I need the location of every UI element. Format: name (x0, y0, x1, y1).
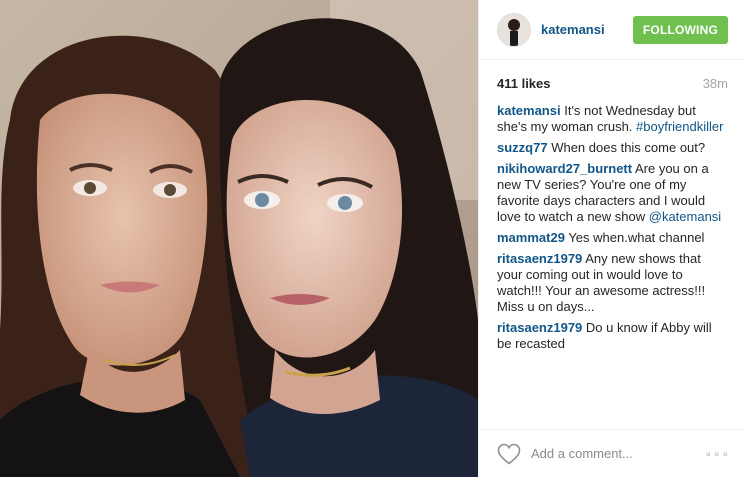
comment-item: mammat29 Yes when.what channel (497, 230, 728, 246)
comment-mention[interactable]: @katemansi (649, 209, 721, 224)
comment-footer: Add a comment... ∘∘∘ (479, 429, 744, 477)
comment-list: katemansi It's not Wednesday but she's m… (479, 91, 744, 352)
comment-username[interactable]: katemansi (497, 103, 561, 118)
comment-text: When does this come out? (551, 140, 706, 155)
comment-item: suzzq77 When does this come out? (497, 140, 728, 156)
post-photo[interactable] (0, 0, 478, 477)
comment-username[interactable]: nikihoward27_burnett (497, 161, 632, 176)
post-sidebar: katemansi FOLLOWING 411 likes 38m katema… (478, 0, 744, 477)
comment-item: katemansi It's not Wednesday but she's m… (497, 103, 728, 135)
post-time[interactable]: 38m (703, 76, 728, 91)
comment-item: ritasaenz1979 Do u know if Abby will be … (497, 320, 728, 352)
avatar[interactable] (497, 12, 531, 47)
comment-item: ritasaenz1979 Any new shows that your co… (497, 251, 728, 315)
post-header: katemansi FOLLOWING (479, 0, 744, 60)
post-username[interactable]: katemansi (541, 22, 633, 37)
add-comment-input[interactable]: Add a comment... (531, 446, 704, 461)
comment-username[interactable]: ritasaenz1979 (497, 320, 582, 335)
more-options-icon[interactable]: ∘∘∘ (704, 447, 730, 461)
likes-count[interactable]: 411 likes (497, 76, 551, 91)
avatar-image (498, 13, 530, 46)
selfie-image (0, 0, 478, 477)
instagram-post: katemansi FOLLOWING 411 likes 38m katema… (0, 0, 744, 477)
comment-text: Yes when.what channel (568, 230, 705, 245)
comment-item: nikihoward27_burnett Are you on a new TV… (497, 161, 728, 225)
heart-icon[interactable] (497, 443, 521, 465)
post-meta: 411 likes 38m (479, 60, 744, 91)
following-button[interactable]: FOLLOWING (632, 15, 728, 44)
comment-username[interactable]: ritasaenz1979 (497, 251, 582, 266)
comment-hashtag[interactable]: #boyfriendkiller (636, 119, 723, 134)
comment-username[interactable]: suzzq77 (497, 140, 548, 155)
comment-username[interactable]: mammat29 (497, 230, 565, 245)
